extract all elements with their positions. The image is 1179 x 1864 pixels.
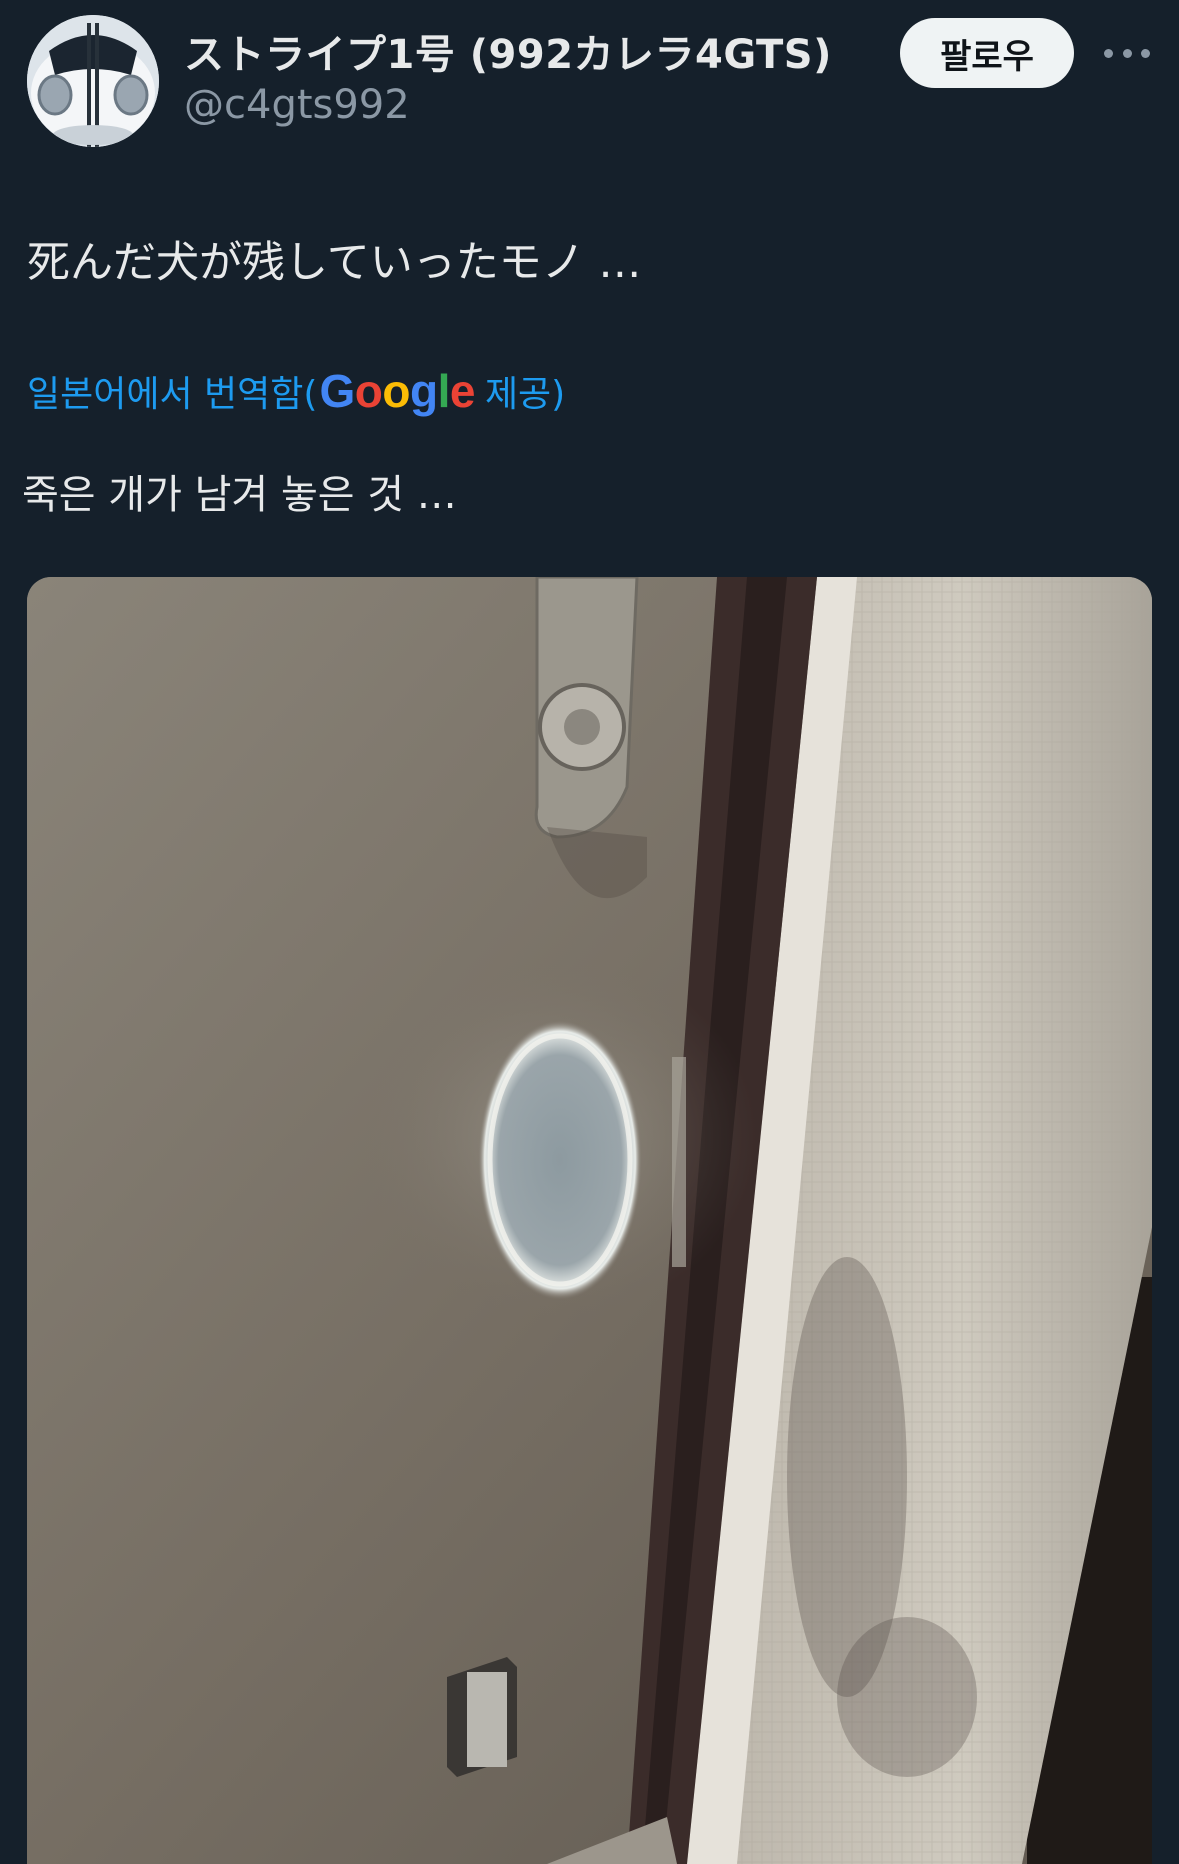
dot [1104,48,1113,58]
display-name[interactable]: ストライプ1号 (992カレラ4GTS) [184,22,832,80]
door-photo [27,577,1152,1864]
tweet-page: ストライプ1号 (992カレラ4GTS) @c4gts992 팔로우 死んだ犬が… [0,0,1179,1864]
dot [1141,48,1150,58]
follow-button[interactable]: 팔로우 [900,18,1074,88]
translate-suffix: 제공) [484,374,566,415]
translation-attribution[interactable]: 일본어에서 번역함( Google 제공) [27,364,565,418]
user-avatar[interactable] [27,15,159,147]
car-avatar-icon [27,15,159,147]
translated-text: 죽은 개가 남겨 놓은 것 … [22,472,457,518]
tweet-text: 死んだ犬が残していったモノ … [27,238,642,288]
more-dots-icon[interactable] [1104,38,1150,68]
translate-label: 일본어에서 번역함( [27,374,318,415]
tweet-photo[interactable] [27,577,1152,1864]
google-logo: Google [319,365,475,417]
dot [1122,48,1132,58]
user-handle[interactable]: @c4gts992 [184,82,410,128]
